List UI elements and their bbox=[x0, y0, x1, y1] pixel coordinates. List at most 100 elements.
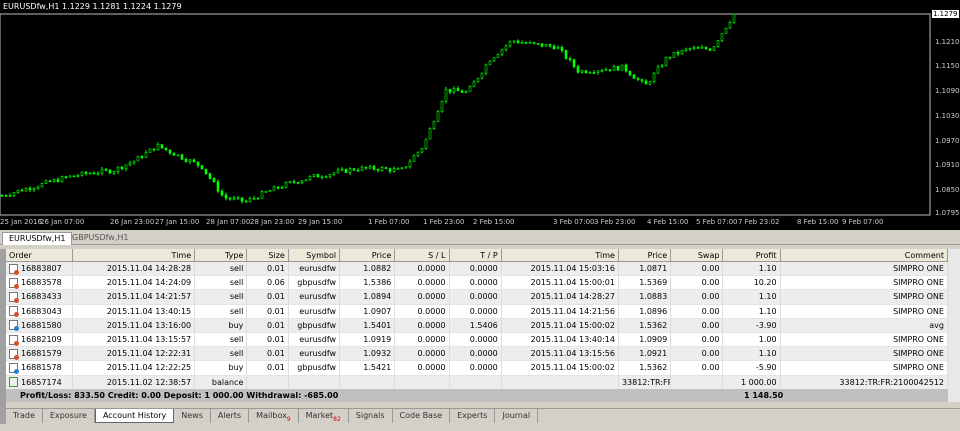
cell: 0.0000 bbox=[395, 276, 450, 290]
tab-label: Mailbox bbox=[256, 411, 287, 420]
candle-body bbox=[368, 165, 372, 169]
table-row[interactable]: 16881580 2015.11.04 13:16:00 buy 0.01 gbpusd… bbox=[6, 318, 948, 333]
cell: 0.01 bbox=[247, 290, 289, 304]
candle-body bbox=[328, 174, 332, 177]
column-header[interactable]: T / P bbox=[450, 249, 502, 261]
candle-body bbox=[232, 197, 236, 200]
column-header[interactable]: Comment bbox=[781, 249, 948, 261]
time-axis-label: 4 Feb 15:00 bbox=[647, 218, 689, 226]
column-header[interactable]: Profit bbox=[723, 249, 781, 261]
candle-body bbox=[64, 176, 68, 179]
table-row[interactable]: 16883807 2015.11.04 14:28:28 sell 0.01 eurus… bbox=[6, 262, 948, 277]
cell: 1.0907 bbox=[340, 304, 396, 318]
candle-body bbox=[196, 161, 200, 166]
table-row[interactable]: 16881578 2015.11.04 12:22:25 buy 0.01 gbpusd… bbox=[6, 361, 948, 376]
cell: SIMPRO ONE bbox=[781, 361, 948, 375]
column-header[interactable]: Time bbox=[502, 249, 619, 261]
cell: 2015.11.04 15:00:01 bbox=[502, 276, 619, 290]
table-scrollbar[interactable] bbox=[948, 249, 960, 402]
tab-label: Trade bbox=[13, 411, 35, 420]
table-row[interactable]: 16883043 2015.11.04 13:40:15 sell 0.01 eurus… bbox=[6, 304, 948, 319]
order-number: 16883433 bbox=[21, 292, 62, 302]
tab-market[interactable]: Market82 bbox=[299, 409, 349, 423]
column-header[interactable]: Type bbox=[195, 249, 248, 261]
candle-body bbox=[356, 169, 360, 172]
cell: 1.0921 bbox=[619, 347, 672, 361]
cell: 0.0000 bbox=[450, 332, 502, 347]
cell: 0.0000 bbox=[395, 262, 450, 276]
account-history-table: Order Time Type Size Symbol Price S / LT / P Ti… bbox=[6, 249, 948, 390]
cell: 1.0894 bbox=[340, 290, 396, 304]
cell bbox=[247, 375, 289, 389]
candle-body bbox=[676, 52, 680, 55]
candle-body bbox=[720, 33, 724, 41]
cell: 1.5401 bbox=[340, 318, 396, 332]
price-chart[interactable]: EURUSDfw,H1 1.1229 1.1281 1.1224 1.1279 … bbox=[0, 0, 960, 230]
table-row[interactable]: 16883433 2015.11.04 14:21:57 sell 0.01 eurus… bbox=[6, 290, 948, 305]
cell bbox=[395, 375, 450, 389]
candle-body bbox=[616, 66, 620, 71]
cell: -3.90 bbox=[723, 318, 781, 332]
candle-body bbox=[80, 171, 84, 176]
candle-body bbox=[420, 148, 424, 153]
time-axis-label: 1 Feb 23:00 bbox=[423, 218, 465, 226]
candle-body bbox=[728, 21, 732, 29]
column-header[interactable]: S / L bbox=[395, 249, 450, 261]
plot-frame bbox=[0, 13, 931, 216]
cell: 2015.11.04 13:40:15 bbox=[73, 304, 196, 318]
chart-tab-gbpusd[interactable]: GBPUSDfw,H1 bbox=[66, 232, 134, 245]
tab-journal[interactable]: Journal bbox=[495, 409, 539, 423]
tab-label: News bbox=[181, 411, 203, 420]
table-row[interactable]: 16882109 2015.11.04 13:15:57 sell 0.01 eurus… bbox=[6, 332, 948, 348]
price-axis-label: 1.0795 bbox=[935, 209, 960, 217]
cell: sell bbox=[195, 262, 248, 276]
candle-body bbox=[280, 187, 284, 189]
column-header[interactable]: Time bbox=[73, 249, 196, 261]
candle-body bbox=[464, 90, 468, 93]
candle-body bbox=[672, 52, 676, 58]
candle-body bbox=[476, 77, 480, 83]
cell: gbpusdfw bbox=[289, 276, 341, 290]
table-row[interactable]: 16857174 2015.11.02 12:38:57 balance 33812:… bbox=[6, 375, 948, 390]
candle-body bbox=[364, 166, 368, 169]
order-number: 16883043 bbox=[21, 306, 62, 316]
column-header[interactable]: Price bbox=[340, 249, 396, 261]
column-header[interactable]: Price bbox=[619, 249, 672, 261]
candle-body bbox=[316, 174, 320, 178]
column-header[interactable]: Symbol bbox=[289, 249, 341, 261]
candle-body bbox=[204, 168, 208, 174]
column-header[interactable]: Order bbox=[6, 249, 74, 261]
tab-signals[interactable]: Signals bbox=[349, 409, 393, 423]
candle-body bbox=[480, 72, 484, 79]
chart-tab-eurusd[interactable]: EURUSDfw,H1 bbox=[2, 232, 73, 245]
cell: 10.20 bbox=[723, 276, 781, 290]
column-header[interactable]: Swap bbox=[671, 249, 724, 261]
column-header[interactable]: Size bbox=[247, 249, 289, 261]
candle-body bbox=[340, 168, 344, 171]
tab-account-history[interactable]: Account History bbox=[94, 409, 175, 423]
candle-body bbox=[632, 74, 636, 79]
candle-body bbox=[732, 13, 736, 23]
candle-body bbox=[112, 171, 116, 174]
table-row[interactable]: 16883578 2015.11.04 14:24:09 sell 0.06 gbpus… bbox=[6, 276, 948, 291]
price-axis-label: 1.0910 bbox=[935, 161, 960, 170]
candle-body bbox=[92, 172, 96, 175]
table-row[interactable]: 16881579 2015.11.04 12:22:31 sell 0.01 eurus… bbox=[6, 347, 948, 362]
tab-news[interactable]: News bbox=[174, 409, 211, 423]
candle-body bbox=[628, 70, 632, 76]
tab-mailbox[interactable]: Mailbox9 bbox=[249, 409, 299, 423]
candle-body bbox=[120, 166, 124, 170]
candle-body bbox=[188, 159, 192, 162]
tab-trade[interactable]: Trade bbox=[6, 409, 43, 423]
cell bbox=[671, 375, 724, 389]
price-axis-label: 1.1030 bbox=[935, 111, 960, 120]
tab-experts[interactable]: Experts bbox=[450, 409, 496, 423]
tab-code-base[interactable]: Code Base bbox=[393, 409, 451, 423]
tab-alerts[interactable]: Alerts bbox=[211, 409, 250, 423]
tab-exposure[interactable]: Exposure bbox=[43, 409, 95, 423]
candle-body bbox=[48, 180, 52, 183]
candle-body bbox=[400, 167, 404, 170]
cell: 0.06 bbox=[247, 276, 289, 290]
cell: 1.0871 bbox=[619, 262, 672, 276]
sell-order-icon bbox=[9, 334, 19, 346]
